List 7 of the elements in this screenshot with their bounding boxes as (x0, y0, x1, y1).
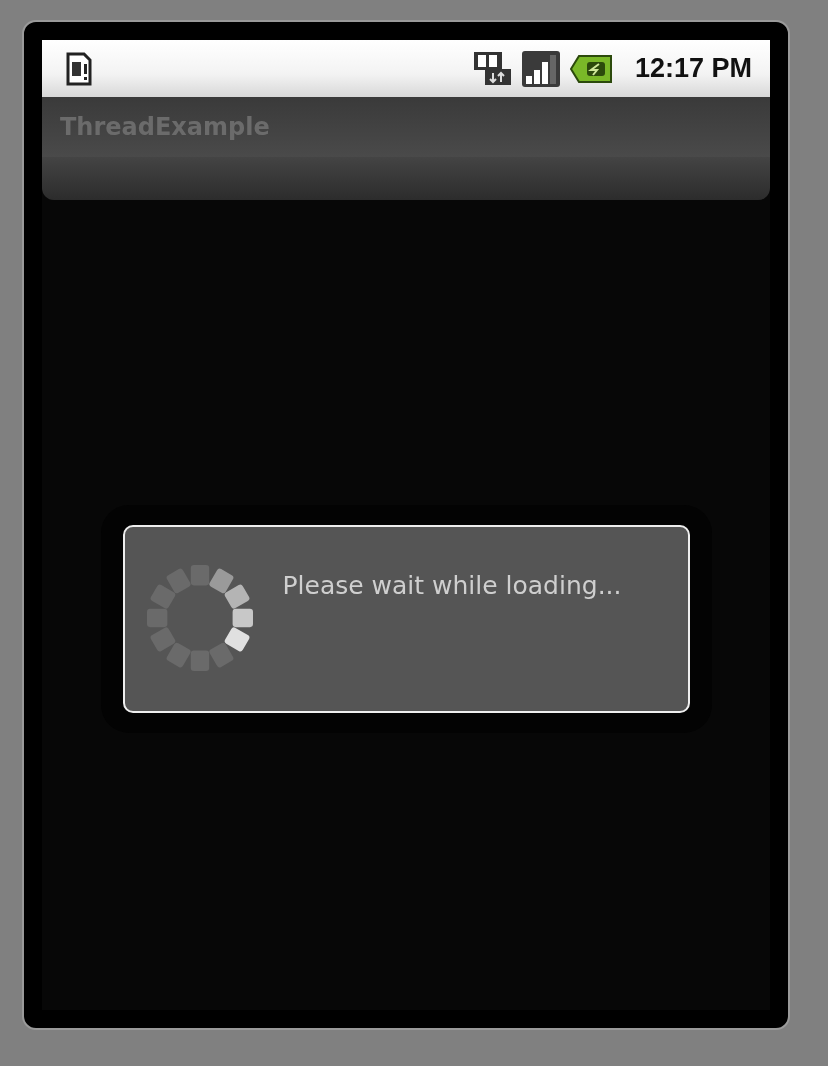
sim-card-icon (66, 51, 92, 86)
signal-icon (520, 49, 561, 88)
loading-spinner-icon (146, 565, 253, 671)
3g-data-icon (472, 50, 513, 87)
clock-time: 12:17 PM (634, 53, 752, 84)
battery-charging-icon (568, 53, 613, 84)
loading-message: Please wait while loading... (282, 570, 623, 602)
